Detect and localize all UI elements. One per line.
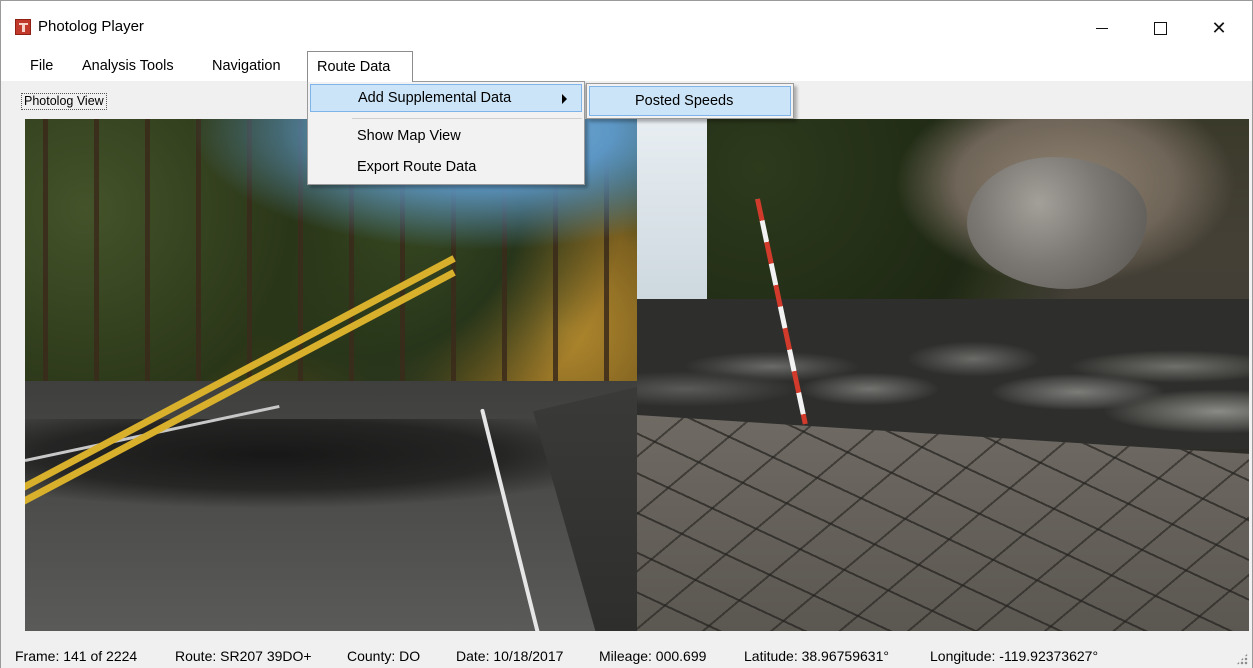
status-bar: Frame: 141 of 2224 Route: SR207 39DO+ Co… bbox=[1, 641, 1252, 668]
app-window: Photolog Player ✕ File Analysis Tools Na… bbox=[0, 0, 1253, 668]
menu-file[interactable]: File bbox=[21, 51, 62, 81]
status-mileage: Mileage: 000.699 bbox=[599, 648, 707, 664]
menu-separator bbox=[352, 118, 582, 119]
menu-analysis-tools[interactable]: Analysis Tools bbox=[73, 51, 183, 81]
status-date: Date: 10/18/2017 bbox=[456, 648, 564, 664]
minimize-button[interactable] bbox=[1079, 9, 1125, 47]
maximize-button[interactable] bbox=[1137, 9, 1183, 47]
left-camera-pane bbox=[25, 119, 637, 631]
right-camera-pane bbox=[637, 119, 1249, 631]
sky-right bbox=[637, 119, 707, 299]
menu-route-data[interactable]: Route Data bbox=[307, 51, 413, 82]
menu-navigation[interactable]: Navigation bbox=[203, 51, 290, 81]
photolog-image[interactable] bbox=[25, 119, 1249, 631]
status-frame: Frame: 141 of 2224 bbox=[15, 648, 138, 664]
menu-item-export-route-data[interactable]: Export Route Data bbox=[310, 153, 582, 181]
title-bar: Photolog Player ✕ bbox=[1, 1, 1252, 51]
close-button[interactable]: ✕ bbox=[1196, 9, 1242, 47]
submenu-arrow-icon bbox=[562, 94, 567, 104]
menu-item-label: Add Supplemental Data bbox=[358, 90, 512, 106]
photolog-view-label: Photolog View bbox=[21, 93, 107, 110]
status-latitude: Latitude: 38.96759631° bbox=[744, 648, 889, 664]
status-longitude: Longitude: -119.92373627° bbox=[930, 648, 1099, 664]
status-county: County: DO bbox=[347, 648, 421, 664]
resize-grip-icon[interactable] bbox=[1236, 653, 1248, 665]
menu-item-posted-speeds[interactable]: Posted Speeds bbox=[589, 86, 791, 116]
status-route: Route: SR207 39DO+ bbox=[175, 648, 312, 664]
window-title: Photolog Player bbox=[38, 18, 144, 35]
menu-item-add-supplemental-data[interactable]: Add Supplemental Data bbox=[310, 84, 582, 112]
supplemental-data-submenu: Posted Speeds bbox=[586, 83, 794, 119]
close-icon: ✕ bbox=[1211, 17, 1227, 39]
menu-bar: File Analysis Tools Navigation Route Dat… bbox=[1, 51, 1252, 82]
maximize-icon bbox=[1153, 21, 1167, 35]
route-data-dropdown: Add Supplemental Data Show Map View Expo… bbox=[307, 81, 585, 185]
minimize-icon bbox=[1096, 27, 1108, 29]
menu-item-show-map-view[interactable]: Show Map View bbox=[310, 122, 582, 150]
app-icon bbox=[15, 19, 31, 35]
